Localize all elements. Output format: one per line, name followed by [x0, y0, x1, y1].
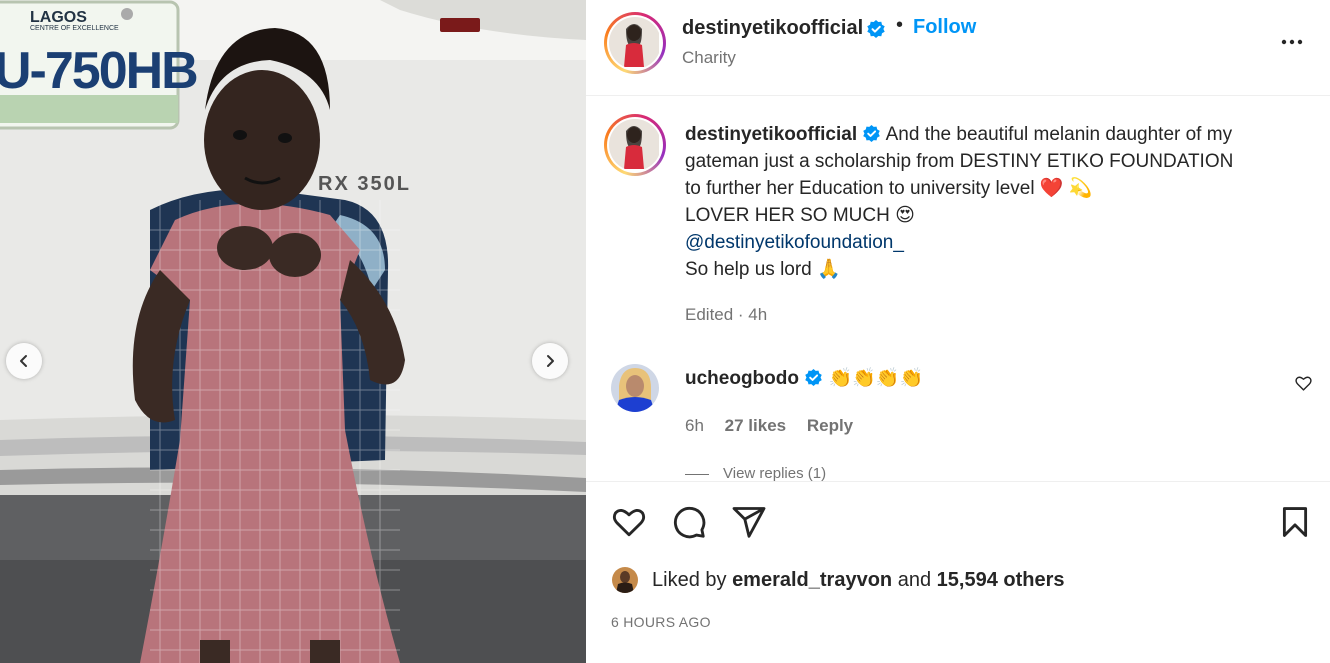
comment-time[interactable]: 6h: [685, 416, 704, 435]
post-subtitle[interactable]: Charity: [682, 48, 736, 68]
carousel-next-button[interactable]: [532, 343, 568, 379]
post-actions-section: Liked by emerald_trayvon and 15,594 othe…: [586, 481, 1330, 663]
heart-icon: [1295, 376, 1312, 391]
header-separator: •: [896, 14, 904, 36]
comment-icon: [673, 506, 706, 539]
liker-avatar[interactable]: [612, 567, 638, 593]
car-badge: RX 350L: [318, 173, 411, 195]
carousel-prev-button[interactable]: [6, 343, 42, 379]
caption-author-avatar[interactable]: [604, 114, 666, 176]
commenter-username[interactable]: ucheogbodo: [685, 368, 799, 389]
comment-reply-button[interactable]: Reply: [807, 416, 853, 435]
caption-line-6: So help us lord 🙏: [685, 259, 841, 281]
comment-meta: 6h 27 likes Reply: [685, 416, 869, 436]
likes-others-link[interactable]: 15,594 others: [937, 569, 1065, 592]
author-avatar[interactable]: [604, 12, 666, 74]
save-button[interactable]: [1278, 504, 1312, 545]
verified-badge-icon: [862, 121, 881, 148]
post-details-panel: destinyetikoofficial • Follow Charity de…: [586, 0, 1330, 663]
commenter-avatar[interactable]: [611, 364, 659, 412]
likes-summary: Liked by emerald_trayvon and 15,594 othe…: [612, 567, 1065, 593]
caption-line-2: gateman just a scholarship from DESTINY …: [685, 151, 1234, 173]
post-timestamp[interactable]: 6 HOURS AGO: [611, 614, 711, 630]
caption-meta: Edited · 4h: [685, 305, 768, 324]
author-username[interactable]: destinyetikoofficial: [682, 17, 863, 40]
caption-text: destinyetikoofficial And the beautiful m…: [685, 121, 1315, 283]
comment-like-button[interactable]: [1295, 375, 1312, 397]
comment-text: ucheogbodo 👏👏👏👏: [685, 365, 923, 392]
comment-button[interactable]: [671, 504, 707, 545]
liker-username[interactable]: emerald_trayvon: [732, 569, 892, 592]
caption-mention-link[interactable]: @destinyetikofoundation_: [685, 232, 904, 253]
post-header: destinyetikoofficial • Follow Charity: [586, 0, 1330, 96]
view-replies-button[interactable]: View replies (1): [685, 465, 826, 481]
like-button[interactable]: [611, 504, 647, 545]
caption-line-4: LOVER HER SO MUCH 😍: [685, 205, 915, 227]
plate-number: U-750HB: [0, 42, 197, 100]
comments-list[interactable]: destinyetikoofficial And the beautiful m…: [586, 97, 1330, 481]
follow-button[interactable]: Follow: [913, 16, 976, 39]
more-horizontal-icon: [1281, 39, 1303, 45]
caption-line-3: to further her Education to university l…: [685, 178, 1093, 200]
post-photo: LAGOS CENTRE OF EXCELLENCE U-750HB RX 35…: [0, 0, 586, 663]
comment-body: 👏👏👏👏: [828, 368, 924, 389]
caption-line-1: And the beautiful melanin daughter of my: [885, 124, 1233, 145]
likes-prefix: Liked by: [652, 568, 727, 591]
verified-badge-icon: [866, 19, 886, 44]
share-button[interactable]: [731, 504, 767, 545]
plate-state: LAGOS: [30, 9, 87, 26]
chevron-right-icon: [547, 355, 554, 367]
post-media: LAGOS CENTRE OF EXCELLENCE U-750HB RX 35…: [0, 0, 586, 663]
plate-motto: CENTRE OF EXCELLENCE: [30, 25, 119, 32]
verified-badge-icon: [804, 365, 823, 392]
bookmark-icon: [1282, 507, 1308, 537]
likes-conj: and: [897, 568, 932, 591]
caption-username[interactable]: destinyetikoofficial: [685, 124, 857, 145]
share-icon: [732, 507, 766, 538]
heart-icon: [612, 509, 646, 537]
chevron-left-icon: [20, 355, 27, 367]
more-options-button[interactable]: [1280, 28, 1304, 57]
comment-likes-link[interactable]: 27 likes: [725, 416, 786, 435]
